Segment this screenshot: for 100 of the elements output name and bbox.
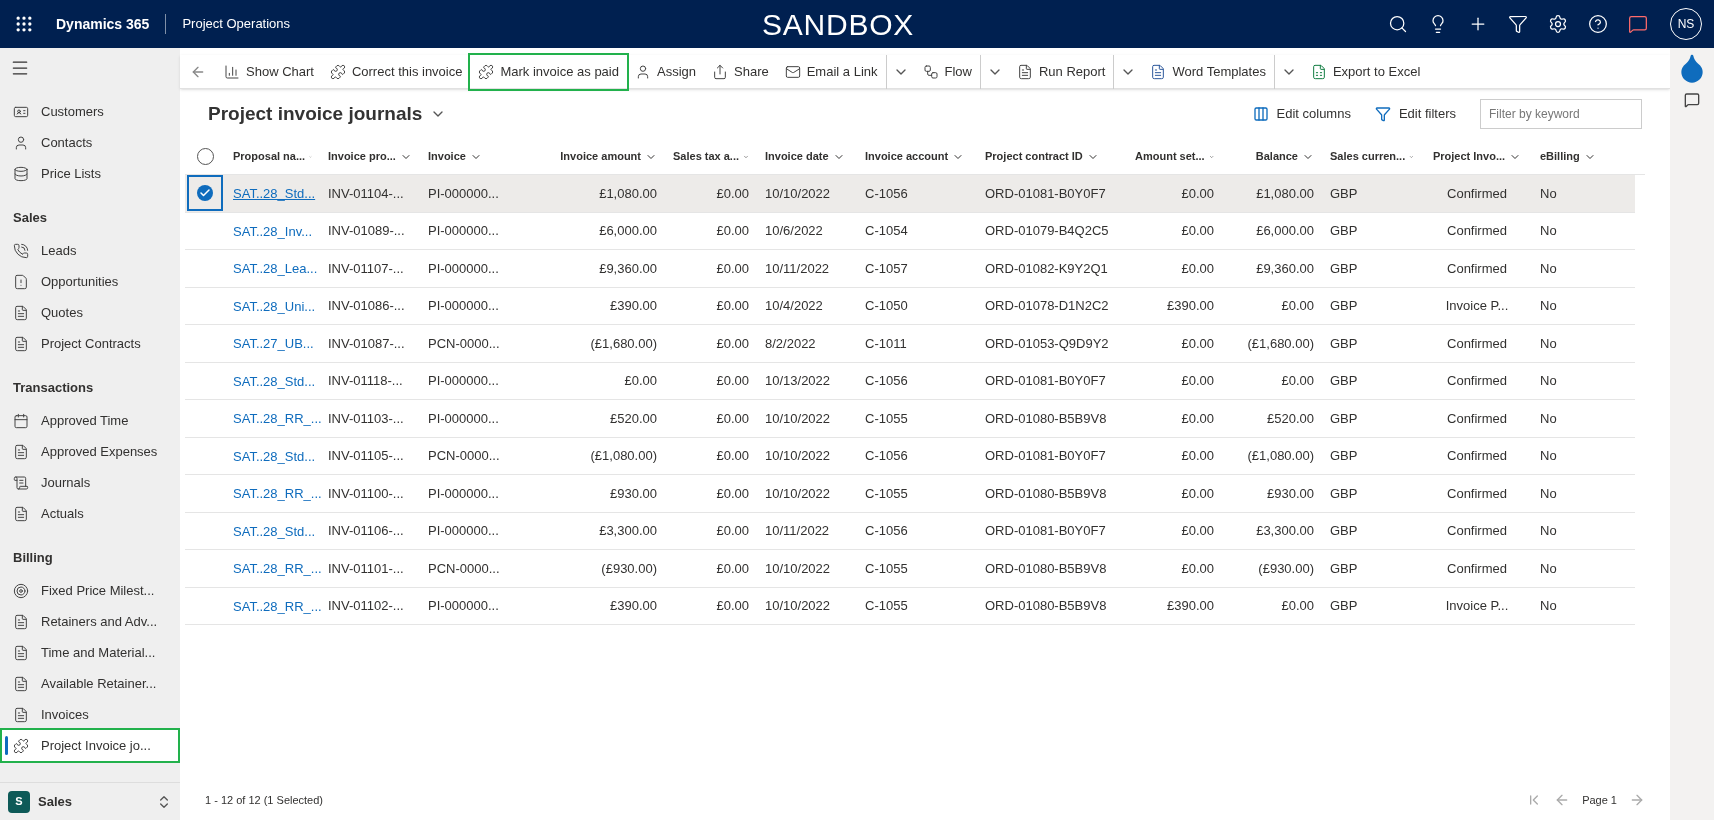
sidebar-item[interactable]: Contacts bbox=[2, 127, 178, 158]
table-row[interactable]: SAT..28_RR_... INV-01100-... PI-000000... £930.00 £0.00 10/10/2022 C-1055 ORD-01080-B5B9V8 £0.00 £930.00 GBP Confirmed No bbox=[185, 475, 1635, 513]
table-cell-text: £0.00 bbox=[1180, 184, 1215, 203]
table-cell-text: 10/10/2022 bbox=[764, 184, 832, 203]
column-header[interactable]: Invoice account bbox=[857, 148, 977, 165]
proposal-link[interactable]: SAT..28_Std... bbox=[233, 373, 316, 389]
command-button[interactable]: Run Report bbox=[1008, 54, 1114, 89]
command-button[interactable]: Export to Excel bbox=[1302, 54, 1429, 89]
sidebar-item[interactable]: Invoices bbox=[2, 699, 178, 730]
proposal-link[interactable]: SAT..28_RR_... bbox=[233, 411, 322, 427]
chat-icon[interactable] bbox=[1684, 92, 1700, 108]
table-row[interactable]: SAT..28_Lea... INV-01107-... PI-000000... £9,360.00 £0.00 10/11/2022 C-1057 ORD-01082-K9Y2Q1 £0.00 £9,360.00 GBP Confirmed No bbox=[185, 250, 1635, 288]
sidebar-item[interactable]: Journals bbox=[2, 467, 178, 498]
proposal-link[interactable]: SAT..28_Inv... bbox=[233, 223, 312, 239]
sidebar-item[interactable]: Customers bbox=[2, 96, 178, 127]
table-cell-text: C-1055 bbox=[864, 597, 909, 615]
proposal-link[interactable]: SAT..27_UB... bbox=[233, 336, 314, 352]
area-badge: S bbox=[8, 790, 30, 813]
command-button[interactable]: Assign bbox=[626, 54, 704, 89]
table-row[interactable]: SAT..28_Std... INV-01105-... PCN-0000... (£1,080.00) £0.00 10/10/2022 C-1056 ORD-01081-B0Y0F7 £0.00 (£1,080.00) GBP Confirmed No bbox=[185, 437, 1635, 475]
sidebar-item[interactable]: Price Lists bbox=[2, 158, 178, 189]
column-header[interactable]: Balance bbox=[1222, 148, 1322, 165]
proposal-link[interactable]: SAT..28_RR_... bbox=[233, 561, 322, 577]
column-header[interactable]: Invoice amount bbox=[540, 148, 665, 165]
column-header[interactable]: Project contract ID bbox=[977, 148, 1127, 165]
table-cell-text: £390.00 bbox=[1166, 597, 1215, 615]
command-button[interactable]: Word Templates bbox=[1142, 54, 1274, 89]
proposal-link[interactable]: SAT..28_Std... bbox=[233, 523, 316, 539]
table-cell-text: PI-000000... bbox=[427, 184, 500, 203]
column-header[interactable]: Proposal na... bbox=[225, 148, 320, 165]
table-row[interactable]: SAT..28_Std... INV-01104-... PI-000000... £1,080.00 £0.00 10/10/2022 C-1056 ORD-01081-B0Y0F7 £0.00 £1,080.00 GBP Confirmed No bbox=[185, 175, 1635, 213]
table-row[interactable]: SAT..28_Std... INV-01118-... PI-000000... £0.00 £0.00 10/13/2022 C-1056 ORD-01081-B0Y0F7 £0.00 £0.00 GBP Confirmed No bbox=[185, 362, 1635, 400]
view-title[interactable]: Project invoice journals bbox=[208, 99, 423, 129]
sidebar-item[interactable]: Project Contracts bbox=[2, 328, 178, 359]
table-cell-text: INV-01106-... bbox=[327, 522, 405, 540]
table-cell-text: PI-000000... bbox=[427, 372, 500, 390]
sidebar-item[interactable]: Opportunities bbox=[2, 266, 178, 297]
sidebar-item[interactable]: Fixed Price Milest... bbox=[2, 575, 178, 606]
table-cell-text: INV-01100-... bbox=[327, 484, 405, 503]
table-cell-text: £0.00 bbox=[1180, 522, 1215, 540]
filter-field[interactable]: Filter by keyword bbox=[1480, 99, 1642, 129]
sidebar-item[interactable]: Quotes bbox=[2, 297, 178, 328]
table-row[interactable]: SAT..28_RR_... INV-01103-... PI-000000... £520.00 £0.00 10/10/2022 C-1055 ORD-01080-B5B9V8 £0.00 £520.00 GBP Confirmed No bbox=[185, 400, 1635, 438]
command-button[interactable]: Email a Link bbox=[776, 54, 886, 89]
table-cell-text: £0.00 bbox=[1280, 297, 1315, 315]
edit-filters-button[interactable]: Edit filters bbox=[1366, 104, 1464, 124]
column-header[interactable]: Invoice pro... bbox=[320, 148, 420, 165]
table-cell-text: Confirmed bbox=[1446, 222, 1508, 240]
table-row[interactable]: SAT..27_UB... INV-01087-... PCN-0000... (£1,680.00) £0.00 8/2/2022 C-1011 ORD-01053-Q9D9Y2 £0.00 (£1,680.00) GBP Confirmed No bbox=[185, 325, 1635, 363]
sidebar-item[interactable]: Project Invoice jo... bbox=[2, 730, 178, 761]
command-button[interactable]: Correct this invoice bbox=[321, 54, 471, 89]
sidebar-item[interactable]: Leads bbox=[2, 235, 178, 266]
proposal-link[interactable]: SAT..28_Std... bbox=[233, 186, 316, 202]
command-button[interactable]: Show Chart bbox=[216, 54, 322, 89]
table-cell-text: £390.00 bbox=[609, 597, 658, 615]
table-cell-text: INV-01087-... bbox=[327, 334, 406, 353]
table-row[interactable]: SAT..28_Uni... INV-01086-... PI-000000... £390.00 £0.00 10/4/2022 C-1050 ORD-01078-D1N2C2 £390.00 £0.00 GBP Invoice P... No bbox=[185, 287, 1635, 325]
table-cell-text: Confirmed bbox=[1446, 184, 1508, 203]
stack-icon bbox=[13, 165, 29, 182]
table-row[interactable]: SAT..28_Std... INV-01106-... PI-000000... £3,300.00 £0.00 10/11/2022 C-1056 ORD-01081-B0Y0F7 £0.00 £3,300.00 GBP Confirmed No bbox=[185, 512, 1635, 550]
column-header[interactable]: eBilling bbox=[1532, 148, 1635, 165]
table-row[interactable]: SAT..28_RR_... INV-01102-... PI-000000... £390.00 £0.00 10/10/2022 C-1055 ORD-01080-B5B9V8 £390.00 £0.00 GBP Invoice P... No bbox=[185, 587, 1635, 625]
row-checkbox[interactable] bbox=[187, 175, 223, 212]
column-header[interactable]: Project Invo... bbox=[1422, 148, 1532, 165]
sidebar-item[interactable]: Actuals bbox=[2, 498, 178, 529]
table-cell-text: 10/11/2022 bbox=[764, 522, 831, 540]
proposal-link[interactable]: SAT..28_RR_... bbox=[233, 598, 322, 614]
report-icon bbox=[1016, 63, 1033, 80]
sidebar-item[interactable]: Approved Time bbox=[2, 405, 178, 436]
table-row[interactable]: SAT..28_Inv... INV-01089-... PI-000000... £6,000.00 £0.00 10/6/2022 C-1054 ORD-01079-B4Q2C5 £0.00 £6,000.00 GBP Confirmed No bbox=[185, 212, 1635, 250]
sidebar-item[interactable]: Retainers and Adv... bbox=[2, 606, 178, 637]
spreadsheet-icon bbox=[1310, 63, 1327, 80]
command-button[interactable]: Share bbox=[704, 54, 777, 89]
area-switcher[interactable]: S Sales bbox=[0, 782, 180, 820]
column-header[interactable]: Invoice bbox=[420, 148, 540, 165]
column-header[interactable]: Amount set... bbox=[1127, 148, 1222, 165]
table-cell-text: £0.00 bbox=[1180, 259, 1215, 278]
edit-columns-button[interactable]: Edit columns bbox=[1244, 104, 1359, 124]
puzzle-icon bbox=[478, 63, 495, 80]
table-cell-text: Confirmed bbox=[1446, 334, 1508, 353]
proposal-link[interactable]: SAT..28_Uni... bbox=[233, 298, 316, 314]
sidebar-item[interactable]: Approved Expenses bbox=[2, 436, 178, 467]
proposal-link[interactable]: SAT..28_Lea... bbox=[233, 261, 318, 277]
column-header[interactable]: Invoice date bbox=[757, 148, 857, 165]
command-button[interactable]: Mark invoice as paid bbox=[470, 54, 627, 89]
sidebar-group-title: Billing bbox=[12, 549, 54, 568]
table-cell-text: £520.00 bbox=[609, 409, 658, 428]
table-row[interactable]: SAT..28_RR_... INV-01101-... PCN-0000... (£930.00) £0.00 10/10/2022 C-1055 ORD-01080-B5B9V8 £0.00 (£930.00) GBP Confirmed No bbox=[185, 550, 1635, 588]
proposal-link[interactable]: SAT..28_RR_... bbox=[233, 486, 322, 502]
sidebar-group-title: Transactions bbox=[12, 379, 95, 398]
command-button[interactable]: Flow bbox=[914, 54, 980, 89]
table-cell-text: 10/10/2022 bbox=[764, 447, 832, 465]
table-cell-text: £930.00 bbox=[1266, 484, 1315, 503]
column-header[interactable]: Sales tax a... bbox=[665, 148, 757, 165]
proposal-link[interactable]: SAT..28_Std... bbox=[233, 448, 316, 464]
table-cell-text: C-1050 bbox=[864, 297, 909, 315]
column-header[interactable]: Sales curren... bbox=[1322, 148, 1422, 165]
sidebar-item[interactable]: Available Retainer... bbox=[2, 668, 178, 699]
table-cell-text: ORD-01080-B5B9V8 bbox=[984, 484, 1108, 503]
sidebar-item[interactable]: Time and Material... bbox=[2, 637, 178, 668]
